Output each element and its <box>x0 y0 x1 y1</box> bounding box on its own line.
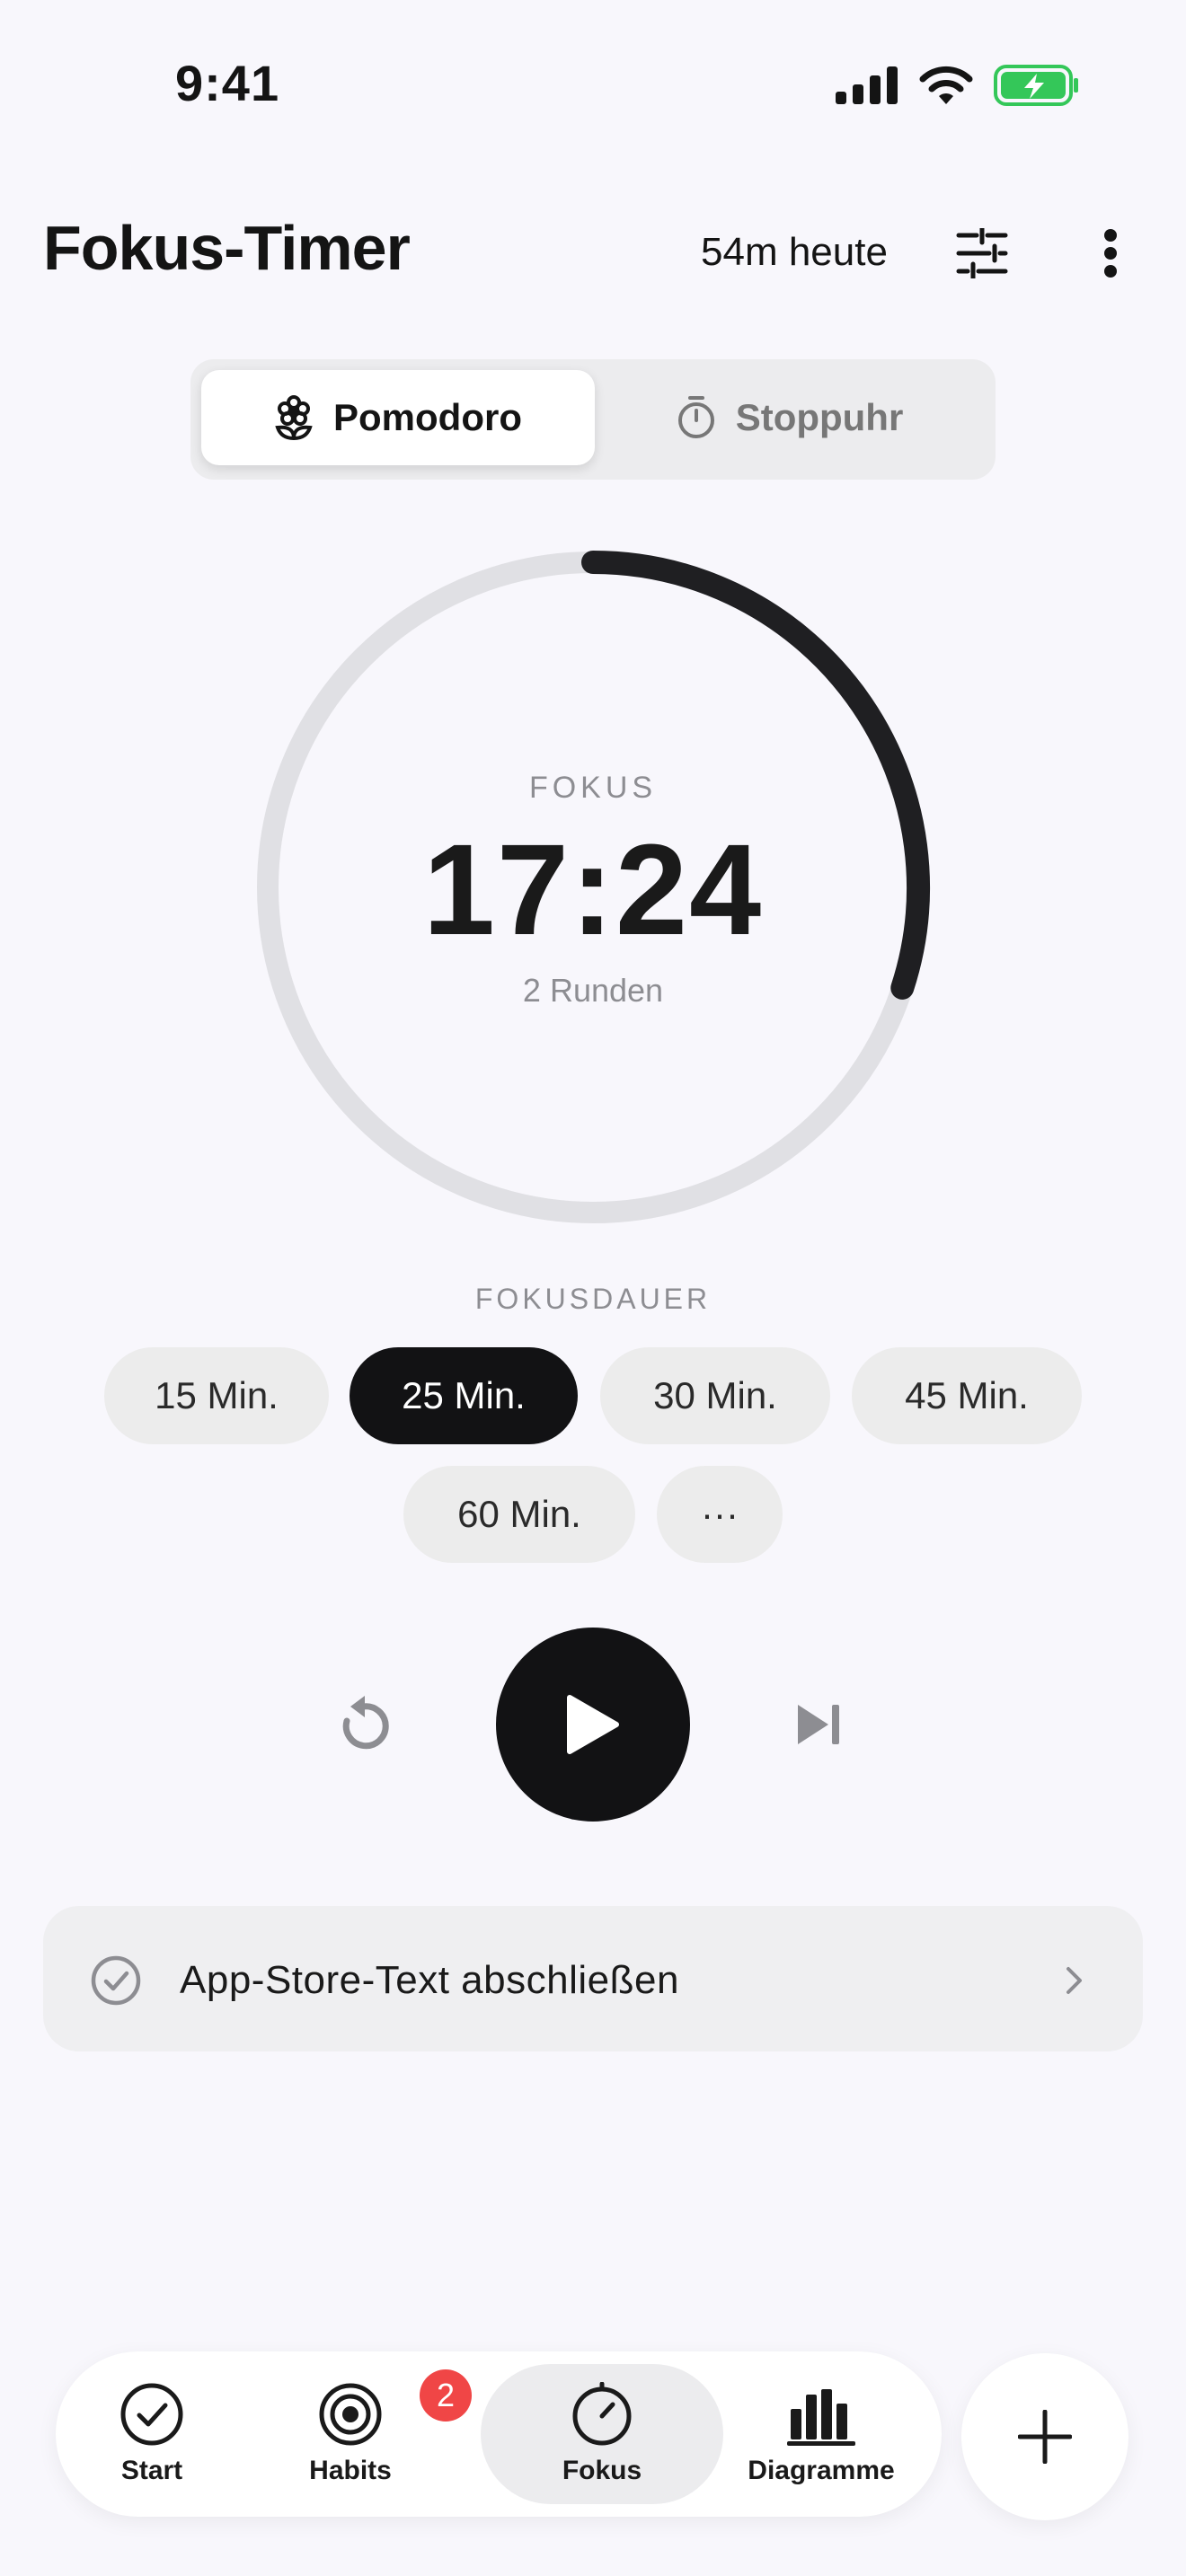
tab-stoppuhr[interactable]: Stoppuhr <box>595 370 985 465</box>
plus-icon <box>1018 2410 1072 2464</box>
bar-chart-icon <box>787 2389 855 2446</box>
tab-stoppuhr-label: Stoppuhr <box>735 396 904 438</box>
reset-button[interactable] <box>329 1689 401 1760</box>
mode-switch: Pomodoro Stoppuhr <box>190 359 996 480</box>
nav-item-label: Fokus <box>562 2456 642 2485</box>
today-focus-total: 54m heute <box>701 230 888 274</box>
bottom-nav: Start Habits 2 Fokus Diagramme <box>56 2351 942 2517</box>
reset-icon <box>342 1696 389 1750</box>
tab-pomodoro-label: Pomodoro <box>333 396 522 438</box>
chevron-right-icon <box>1067 1967 1082 1994</box>
settings-button[interactable] <box>946 217 1018 289</box>
nav-item-diagramme[interactable]: Diagramme <box>731 2364 911 2504</box>
timer-phase: FOKUS <box>528 771 658 805</box>
duration-chip-60[interactable]: 60 Min. <box>403 1466 635 1563</box>
duration-chip-15[interactable]: 15 Min. <box>104 1347 329 1444</box>
duration-chip-45[interactable]: 45 Min. <box>852 1347 1082 1444</box>
wifi-icon <box>919 66 973 104</box>
nav-item-fokus[interactable]: Fokus <box>481 2364 723 2504</box>
page-title: Fokus-Timer <box>43 213 411 283</box>
timer-remaining: 17:24 <box>422 817 764 962</box>
nav-item-start[interactable]: Start <box>92 2364 212 2504</box>
target-icon <box>319 2383 382 2446</box>
add-button[interactable] <box>961 2353 1128 2520</box>
nav-item-label: Start <box>120 2456 183 2485</box>
task-check-icon[interactable] <box>90 1954 142 2007</box>
status-icons <box>836 65 1080 106</box>
duration-label: FOKUSDAUER <box>474 1283 712 1315</box>
more-vertical-icon <box>1104 229 1117 278</box>
task-label: App-Store-Text abschließen <box>180 1958 679 2002</box>
tab-pomodoro[interactable]: Pomodoro <box>201 370 595 465</box>
skip-button[interactable] <box>783 1689 855 1760</box>
play-button[interactable] <box>496 1628 690 1822</box>
status-time: 9:41 <box>175 55 280 111</box>
cellular-signal-icon <box>836 66 898 104</box>
nav-item-label: Diagramme <box>748 2456 895 2485</box>
timer-icon <box>572 2382 632 2446</box>
habits-badge: 2 <box>420 2369 472 2422</box>
timer-rounds: 2 Runden <box>522 972 664 1009</box>
stopwatch-icon <box>677 396 714 438</box>
duration-chip-more[interactable]: ··· <box>657 1466 783 1563</box>
play-icon <box>567 1695 619 1754</box>
flower-icon <box>275 395 313 440</box>
duration-chip-25[interactable]: 25 Min. <box>350 1347 578 1444</box>
sliders-icon <box>956 228 1008 278</box>
skip-forward-icon <box>798 1705 839 1744</box>
nav-item-label: Habits <box>309 2456 392 2485</box>
duration-chip-30[interactable]: 30 Min. <box>600 1347 830 1444</box>
more-button[interactable] <box>1075 217 1146 289</box>
check-circle-icon <box>120 2383 183 2446</box>
battery-charging-icon <box>994 65 1078 106</box>
nav-item-habits[interactable]: Habits <box>288 2364 413 2504</box>
